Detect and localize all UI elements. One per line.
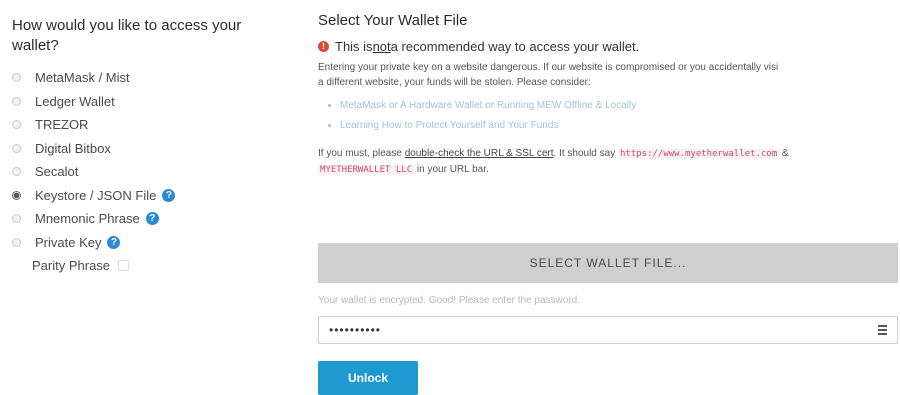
amp: & <box>779 148 789 159</box>
warning-body-line-1: Entering your private key on a website d… <box>318 62 779 73</box>
llc-code: MYETHERWALLET LLC <box>318 165 415 175</box>
password-input[interactable]: •••••••••• <box>318 316 898 344</box>
consider-link[interactable]: Learning How to Protect Yourself and You… <box>340 120 558 131</box>
radio-secalot[interactable] <box>12 167 21 177</box>
warning-body-line-2: a different website, your funds will be … <box>318 77 591 88</box>
consider-item-protect[interactable]: Learning How to Protect Yourself and You… <box>340 116 898 136</box>
help-icon[interactable]: ? <box>145 212 159 226</box>
radio-private-key[interactable] <box>12 237 21 247</box>
consider-link[interactable]: MetaMask or A Hardware Wallet or Running… <box>340 100 636 111</box>
warning-prefix: This is <box>335 39 373 54</box>
must-suffix: in your URL bar. <box>414 164 489 175</box>
option-secalot[interactable]: Secalot <box>12 160 292 184</box>
option-label: TREZOR <box>35 117 89 133</box>
wallet-file-panel: Select Your Wallet File ! This is not a … <box>318 12 898 395</box>
option-label: Keystore / JSON File <box>35 187 157 203</box>
option-label: Private Key <box>35 234 102 250</box>
ssl-check-link[interactable]: double-check the URL & SSL cert <box>405 148 554 159</box>
consider-list: MetaMask or A Hardware Wallet or Running… <box>318 96 898 136</box>
radio-digital-bitbox[interactable] <box>12 143 21 153</box>
access-method-panel: How would you like to access your wallet… <box>12 16 292 278</box>
consider-item-hardware[interactable]: MetaMask or A Hardware Wallet or Running… <box>340 96 898 116</box>
option-trezor[interactable]: TREZOR <box>12 113 292 137</box>
option-metamask[interactable]: MetaMask / Mist <box>12 66 292 90</box>
option-label: Secalot <box>35 164 79 180</box>
option-label: Ledger Wallet <box>35 93 115 109</box>
option-mnemonic[interactable]: Mnemonic Phrase ? <box>12 207 292 231</box>
option-parity-phrase[interactable]: Parity Phrase <box>12 254 292 278</box>
encrypted-notice: Your wallet is encrypted. Good! Please e… <box>318 295 581 306</box>
option-label: MetaMask / Mist <box>35 70 130 86</box>
select-wallet-file-button[interactable]: SELECT WALLET FILE... <box>318 243 898 283</box>
must-prefix: If you must, please <box>318 148 405 159</box>
help-icon[interactable]: ? <box>162 188 176 202</box>
option-ledger[interactable]: Ledger Wallet <box>12 90 292 114</box>
url-check-notice: If you must, please double-check the URL… <box>318 146 898 178</box>
parity-checkbox[interactable] <box>118 260 130 272</box>
option-label: Digital Bitbox <box>35 140 111 156</box>
access-title: How would you like to access your wallet… <box>12 17 242 54</box>
radio-keystore[interactable] <box>12 190 21 200</box>
option-digital-bitbox[interactable]: Digital Bitbox <box>12 137 292 161</box>
radio-mnemonic[interactable] <box>12 214 21 224</box>
option-label: Parity Phrase <box>32 258 111 274</box>
url-code: https://www.myetherwallet.com <box>617 149 780 159</box>
radio-trezor[interactable] <box>12 120 21 130</box>
password-value[interactable]: •••••••••• <box>329 323 878 337</box>
unlock-button[interactable]: Unlock <box>318 361 418 395</box>
help-icon[interactable]: ? <box>107 235 121 249</box>
radio-metamask[interactable] <box>12 73 21 83</box>
must-mid: . It should say <box>553 148 618 159</box>
wallet-file-title: Select Your Wallet File <box>318 12 468 29</box>
show-password-icon[interactable] <box>878 325 887 335</box>
warning-line: ! This is not a recommended way to acces… <box>318 39 898 54</box>
option-keystore[interactable]: Keystore / JSON File ? <box>12 184 292 208</box>
warning-suffix: a recommended way to access your wallet. <box>390 39 640 54</box>
option-private-key[interactable]: Private Key ? <box>12 231 292 255</box>
warning-icon: ! <box>318 41 329 52</box>
warning-emphasis: not <box>372 39 391 54</box>
option-label: Mnemonic Phrase <box>35 211 140 227</box>
radio-ledger[interactable] <box>12 96 21 106</box>
